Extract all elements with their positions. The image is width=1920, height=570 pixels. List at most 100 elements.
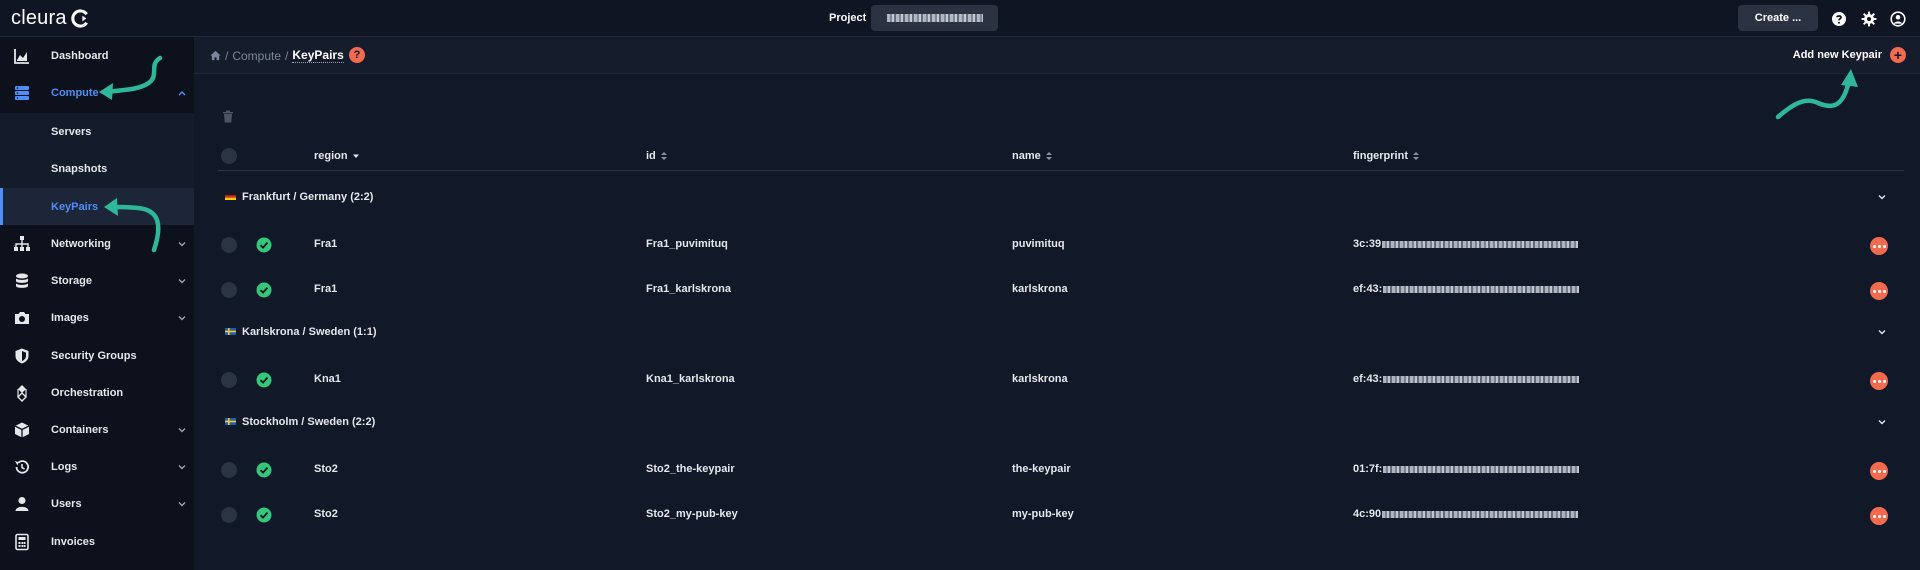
row-checkbox[interactable] — [221, 282, 237, 298]
top-bar: cleura Project Create ... — [0, 0, 1920, 37]
breadcrumb-separator: / — [285, 48, 289, 63]
fingerprint-prefix: 01:7f: — [1353, 463, 1383, 475]
row-actions-button[interactable] — [1870, 282, 1888, 300]
cell-id: Sto2_the-keypair — [646, 463, 735, 475]
sidebar-subitem-label: Servers — [51, 125, 92, 138]
sidebar-item-servers[interactable]: Servers — [0, 113, 194, 150]
logo[interactable]: cleura — [11, 7, 90, 30]
row-checkbox[interactable] — [221, 237, 237, 253]
redacted-fingerprint — [1383, 375, 1580, 383]
redacted-fingerprint — [1383, 465, 1580, 473]
sidebar-item-snapshots[interactable]: Snapshots — [0, 150, 194, 187]
breadcrumb-current: KeyPairs — [292, 48, 344, 63]
sidebar-item-label: Logs — [51, 460, 78, 473]
sidebar-item-images[interactable]: Images — [0, 299, 194, 336]
fingerprint-prefix: 4c:90 — [1353, 508, 1382, 520]
chevron-down-icon[interactable] — [1877, 327, 1887, 337]
flag-sweden-icon — [225, 418, 236, 425]
cell-fingerprint: 01:7f: — [1353, 463, 1580, 475]
sidebar-item-containers[interactable]: Containers — [0, 411, 194, 448]
row-actions-button[interactable] — [1870, 237, 1888, 255]
add-keypair-button[interactable]: Add new Keypair + — [1793, 47, 1906, 63]
project-select[interactable] — [871, 5, 998, 31]
group-label: Frankfurt / Germany (2:2) — [242, 191, 374, 203]
annotation-arrow-compute — [99, 55, 163, 100]
row-actions-button[interactable] — [1870, 372, 1888, 390]
column-header-region[interactable]: region — [314, 148, 360, 164]
cell-fingerprint: 3c:39 — [1353, 238, 1579, 250]
row-actions-button[interactable] — [1870, 507, 1888, 525]
column-header-label: name — [1012, 150, 1041, 162]
chevron-down-icon — [178, 501, 186, 506]
create-button[interactable]: Create ... — [1738, 5, 1818, 31]
sidebar-item-label: Security Groups — [51, 349, 137, 362]
table-row[interactable]: Kna1 Kna1_karlskrona karlskrona ef:43: — [194, 358, 1920, 402]
row-actions-button[interactable] — [1870, 462, 1888, 480]
table-row[interactable]: Fra1 Fra1_puvimituq puvimituq 3c:39 — [194, 223, 1920, 267]
sidebar-subitem-label: Snapshots — [51, 162, 108, 175]
brand-name: cleura — [11, 7, 67, 29]
user-icon[interactable] — [1890, 11, 1906, 27]
column-header-name[interactable]: name — [1012, 148, 1053, 164]
annotation-arrow-add-keypair — [1775, 69, 1858, 120]
check-circle-icon — [256, 507, 272, 523]
row-checkbox[interactable] — [221, 462, 237, 478]
sidebar-item-storage[interactable]: Storage — [0, 262, 194, 299]
cell-fingerprint: ef:43: — [1353, 283, 1580, 295]
settings-icon[interactable] — [1861, 11, 1877, 27]
trash-icon[interactable] — [222, 110, 234, 123]
chevron-down-icon[interactable] — [1877, 417, 1887, 427]
fingerprint-prefix: ef:43: — [1353, 373, 1383, 385]
plus-circle-icon: + — [1890, 47, 1906, 63]
column-header-label: fingerprint — [1353, 150, 1408, 162]
row-checkbox[interactable] — [221, 507, 237, 523]
orchestration-icon — [17, 384, 27, 402]
sidebar-item-orchestration[interactable]: Orchestration — [0, 374, 194, 411]
redacted-fingerprint — [1382, 240, 1579, 248]
group-row-karlskrona[interactable]: Karlskrona / Sweden (1:1) — [194, 318, 1920, 348]
sidebar-item-label: Storage — [51, 274, 92, 287]
shield-icon — [15, 348, 29, 363]
help-badge-icon[interactable]: ? — [349, 47, 365, 63]
check-circle-icon — [256, 462, 272, 478]
home-icon[interactable] — [210, 50, 221, 61]
cell-name: the-keypair — [1012, 463, 1071, 475]
cell-region: Sto2 — [314, 463, 338, 475]
column-header-label: region — [314, 150, 348, 162]
breadcrumb: / Compute / KeyPairs — [210, 48, 344, 63]
breadcrumb-separator: / — [225, 48, 229, 63]
fingerprint-prefix: ef:43: — [1353, 283, 1383, 295]
select-all-checkbox[interactable] — [221, 148, 237, 164]
history-icon — [15, 459, 29, 474]
header-divider — [218, 170, 1904, 171]
sidebar-item-security-groups[interactable]: Security Groups — [0, 337, 194, 374]
sidebar-item-label: Users — [51, 497, 82, 510]
sort-desc-icon — [352, 154, 359, 158]
table-row[interactable]: Fra1 Fra1_karlskrona karlskrona ef:43: — [194, 268, 1920, 312]
sidebar-item-invoices[interactable]: Invoices — [0, 523, 194, 560]
cell-name: puvimituq — [1012, 238, 1065, 250]
column-header-fingerprint[interactable]: fingerprint — [1353, 148, 1420, 164]
breadcrumb-compute[interactable]: Compute — [232, 49, 281, 63]
help-icon[interactable] — [1831, 11, 1847, 27]
chevron-down-icon[interactable] — [1877, 192, 1887, 202]
group-row-stockholm[interactable]: Stockholm / Sweden (2:2) — [194, 408, 1920, 438]
sidebar-item-logs[interactable]: Logs — [0, 448, 194, 485]
group-row-frankfurt[interactable]: Frankfurt / Germany (2:2) — [194, 183, 1920, 213]
table-row[interactable]: Sto2 Sto2_my-pub-key my-pub-key 4c:90 — [194, 493, 1920, 537]
chevron-down-icon — [178, 241, 186, 246]
sidebar-item-label: Images — [51, 311, 89, 324]
sidebar-subitem-label: KeyPairs — [51, 200, 99, 213]
cell-name: my-pub-key — [1012, 508, 1074, 520]
annotation-arrow-keypairs — [104, 198, 161, 253]
sidebar-item-label: Invoices — [51, 535, 96, 548]
check-circle-icon — [256, 282, 272, 298]
chart-icon — [14, 48, 29, 64]
sidebar-item-label: Compute — [51, 86, 99, 99]
chevron-down-icon — [178, 427, 186, 432]
sidebar-item-users[interactable]: Users — [0, 485, 194, 522]
table-row[interactable]: Sto2 Sto2_the-keypair the-keypair 01:7f: — [194, 448, 1920, 492]
box-icon — [14, 422, 30, 437]
row-checkbox[interactable] — [221, 372, 237, 388]
column-header-id[interactable]: id — [646, 148, 668, 164]
